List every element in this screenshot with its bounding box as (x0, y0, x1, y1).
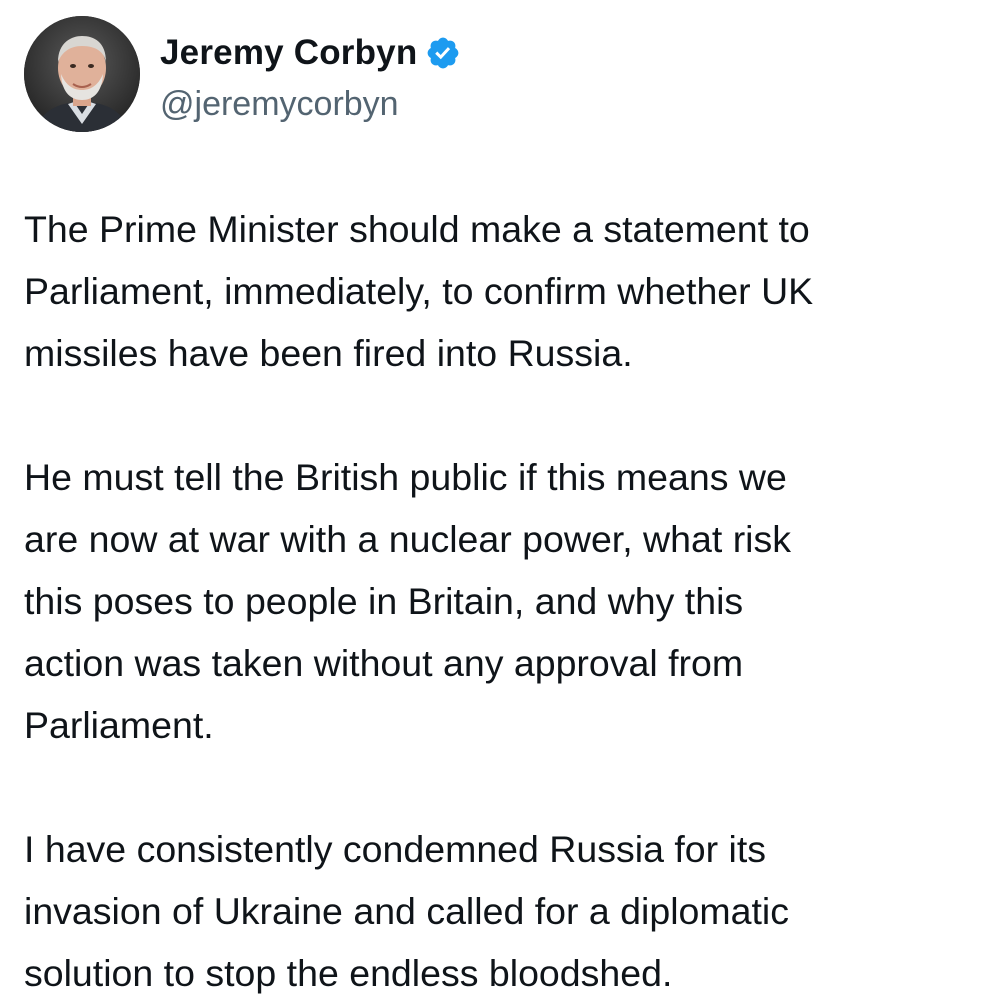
tweet-paragraph: The Prime Minister should make a stateme… (24, 208, 814, 374)
tweet-paragraph: He must tell the British public if this … (24, 456, 792, 746)
tweet-card: Jeremy Corbyn @jeremycorbyn The Prime Mi… (0, 0, 999, 1000)
author-display-name[interactable]: Jeremy Corbyn (160, 33, 417, 73)
tweet-paragraph: I have consistently condemned Russia for… (24, 828, 789, 994)
author-handle[interactable]: @jeremycorbyn (160, 85, 461, 124)
tweet-header: Jeremy Corbyn @jeremycorbyn (24, 16, 461, 132)
profile-photo-icon (24, 16, 140, 132)
verified-badge-icon[interactable] (425, 35, 461, 71)
author-identity: Jeremy Corbyn @jeremycorbyn (160, 25, 461, 124)
name-row: Jeremy Corbyn (160, 25, 461, 81)
avatar[interactable] (24, 16, 140, 132)
tweet-text: The Prime Minister should make a stateme… (24, 198, 979, 1004)
